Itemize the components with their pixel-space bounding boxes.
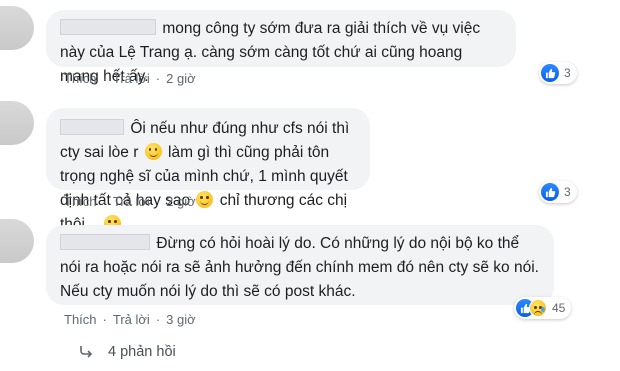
reaction-count: 3: [564, 185, 571, 199]
like-icon: [541, 64, 559, 82]
view-replies-link[interactable]: 4 phản hồi: [78, 344, 176, 360]
author-name-redacted[interactable]: [60, 19, 156, 35]
author-name-redacted[interactable]: [60, 119, 124, 135]
avatar[interactable]: [0, 6, 34, 50]
separator-dot: ·: [102, 194, 107, 209]
smile-emoji-icon: [196, 191, 214, 208]
replies-count-label: 4 phản hồi: [108, 344, 176, 360]
timestamp[interactable]: 3 giờ: [166, 312, 196, 327]
like-link[interactable]: Thích: [64, 194, 97, 209]
reaction-summary[interactable]: 45: [514, 297, 572, 319]
avatar[interactable]: [0, 101, 34, 145]
reply-arrow-icon: [80, 346, 93, 358]
comment-bubble: Đừng có hỏi hoài lý do. Có những lý do n…: [46, 225, 554, 305]
sad-reaction-icon: [529, 299, 547, 317]
reply-link[interactable]: Trả lời: [113, 312, 150, 327]
like-icon: [541, 183, 559, 201]
separator-dot: ·: [155, 312, 161, 327]
separator-dot: ·: [155, 71, 161, 86]
reply-link[interactable]: Trả lời: [113, 194, 150, 209]
reaction-summary[interactable]: 3: [539, 181, 577, 203]
comment-bubble: Ôi nếu như đúng như cfs nói thì cty sai …: [46, 108, 370, 233]
like-link[interactable]: Thích: [64, 71, 97, 86]
separator-dot: ·: [102, 71, 107, 86]
separator-dot: ·: [102, 312, 107, 327]
separator-dot: ·: [155, 194, 161, 209]
comment-actions: Thích · Trả lời · 2 giờ: [64, 194, 196, 209]
avatar[interactable]: [0, 219, 34, 263]
smile-emoji-icon: [144, 143, 162, 160]
comment-bubble: mong công ty sớm đưa ra giải thích về vụ…: [46, 10, 516, 85]
reaction-summary[interactable]: 3: [539, 62, 577, 84]
comment-actions: Thích · Trả lời · 2 giờ: [64, 71, 196, 86]
reaction-count: 3: [564, 66, 571, 80]
timestamp[interactable]: 2 giờ: [166, 194, 196, 209]
like-link[interactable]: Thích: [64, 312, 97, 327]
reply-link[interactable]: Trả lời: [113, 71, 150, 86]
comment-actions: Thích · Trả lời · 3 giờ: [64, 312, 196, 327]
timestamp[interactable]: 2 giờ: [166, 71, 196, 86]
author-name-redacted[interactable]: [60, 234, 150, 250]
reaction-count: 45: [552, 301, 566, 315]
